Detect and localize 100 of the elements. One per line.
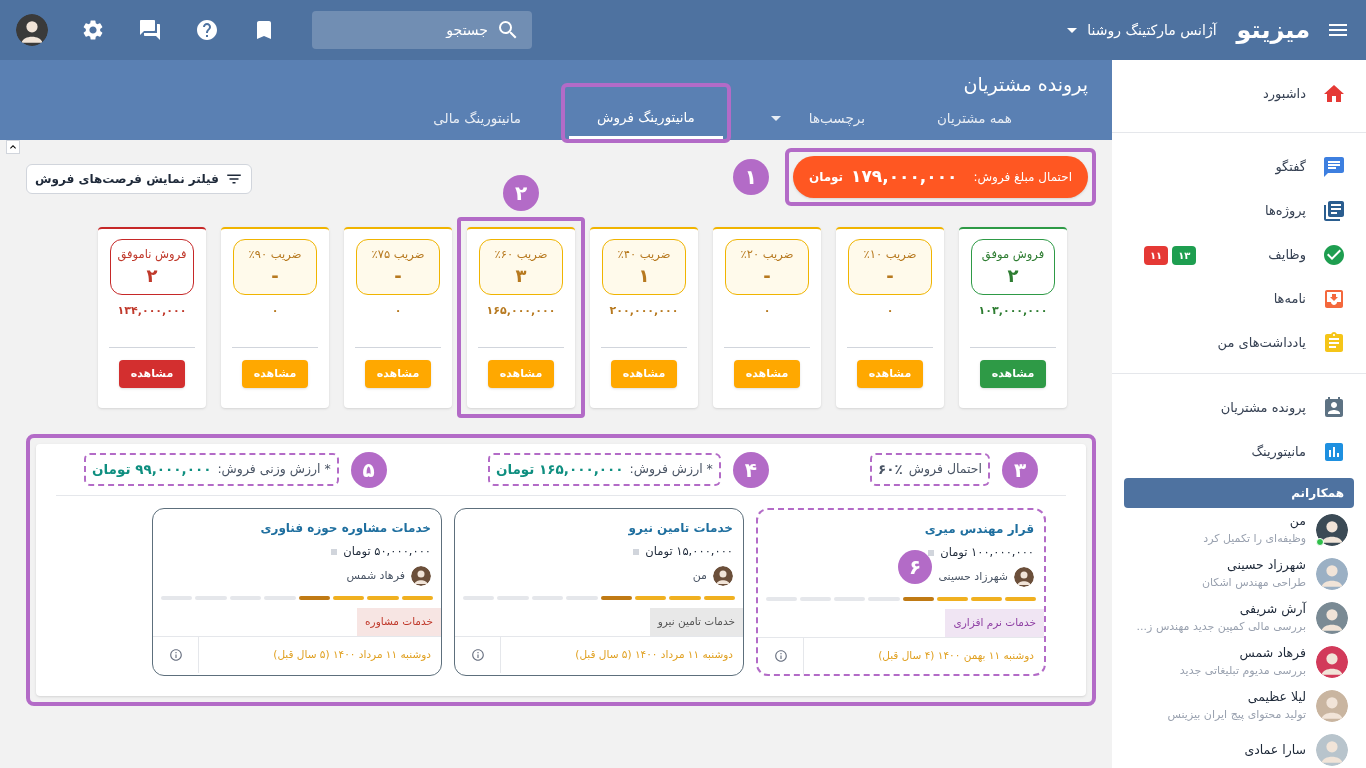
stage-label: ضریب ۹۰٪ <box>248 246 302 264</box>
tag: خدمات مشاوره <box>357 608 441 636</box>
view-button[interactable]: مشاهده <box>979 359 1047 388</box>
stage-label: ضریب ۷۵٪ <box>371 246 425 264</box>
colleague-item[interactable]: سارا عمادی <box>1124 728 1354 768</box>
tag: خدمات نرم افزاری <box>945 609 1044 637</box>
stage-count: - <box>271 263 279 288</box>
owner-name: من <box>692 568 707 584</box>
help-icon[interactable] <box>195 18 219 42</box>
settings-icon[interactable] <box>81 18 105 42</box>
tab[interactable]: مانیتورینگ مالی <box>405 98 549 139</box>
sidebar-label: مانیتورینگ <box>1251 443 1306 462</box>
deal-title[interactable]: قرار مهندس میری <box>768 520 1034 538</box>
stage-amount: ۱۰۳,۰۰۰,۰۰۰ <box>978 303 1048 319</box>
sidebar-item[interactable]: مانیتورینگ <box>1124 430 1354 474</box>
avatar <box>1014 567 1034 588</box>
sidebar-label: پروژه‌ها <box>1265 202 1306 221</box>
deal-amount: ۱۰۰,۰۰۰,۰۰۰ تومان <box>940 544 1034 561</box>
annotation-number: ۶ <box>898 550 932 584</box>
stage-amount: ۰ <box>886 303 894 319</box>
stage-label: ضریب ۶۰٪ <box>494 246 548 264</box>
tag: خدمات تامین نیرو <box>649 608 743 636</box>
avatar <box>1316 602 1348 634</box>
colleague-item[interactable]: فرهاد شمس بررسی مدیوم تبلیغاتی جدید <box>1124 640 1354 684</box>
sidebar-label: یادداشت‌های من <box>1217 334 1306 353</box>
avatar <box>1316 558 1348 590</box>
count-badge: ۱۱ <box>1144 245 1169 265</box>
sidebar-item[interactable]: گفتگو <box>1124 145 1354 189</box>
stat-value: ۶۰٪ <box>878 460 903 480</box>
tab[interactable]: مانیتورینگ فروش <box>569 98 723 139</box>
sales-total-amount: ۱۷۹,۰۰۰,۰۰۰ <box>851 165 958 189</box>
stat-label: احتمال فروش <box>908 460 982 479</box>
caret-icon <box>770 116 781 121</box>
sidebar-item[interactable]: پروژه‌ها <box>1124 189 1354 233</box>
sidebar-label: وظایف <box>1268 246 1306 265</box>
avatar <box>713 566 733 587</box>
avatar <box>411 566 431 587</box>
sidebar-item[interactable]: وظایف ۱۳ ۱۱ <box>1124 233 1354 277</box>
currency: تومان <box>808 169 844 186</box>
chat-icon[interactable] <box>138 18 162 42</box>
colleague-name: سارا عمادی <box>1244 740 1306 760</box>
stat-label: * ارزش وزنی فروش: <box>217 460 331 479</box>
documents-icon <box>1322 199 1346 223</box>
info-icon[interactable] <box>773 649 788 663</box>
colleague-status: بررسی مالی کمپین جدید مهندس ز... <box>1136 619 1306 636</box>
sidebar-item[interactable]: یادداشت‌های من <box>1124 321 1354 365</box>
deal-title[interactable]: خدمات تامین نیرو <box>465 519 733 537</box>
avatar <box>1316 690 1348 722</box>
stage-amount: ۰ <box>394 303 402 319</box>
chat-icon <box>1322 155 1346 179</box>
stage-count: ۱ <box>638 263 650 288</box>
deal-title[interactable]: خدمات مشاوره حوزه فناوری <box>163 519 431 537</box>
info-icon[interactable] <box>470 648 485 662</box>
colleague-item[interactable]: آرش شریفی بررسی مالی کمپین جدید مهندس ز... <box>1124 596 1354 640</box>
info-icon[interactable] <box>168 648 183 662</box>
clipboard-icon <box>1322 331 1346 355</box>
colleague-item[interactable]: لیلا عظیمی تولید محتوای پیج ایران بیزینس <box>1124 684 1354 728</box>
tab[interactable]: همه مشتریان <box>908 98 1040 139</box>
inbox-icon <box>1322 287 1346 311</box>
page-title: پرونده مشتریان <box>962 72 1088 98</box>
stage-amount: ۰ <box>763 303 771 319</box>
organization-dropdown[interactable]: آژانس مارکتینگ روشنا <box>1067 19 1217 41</box>
annotation-number: ۲ <box>503 175 539 211</box>
count-badge: ۱۳ <box>1172 245 1197 265</box>
sidebar-item[interactable]: پرونده مشتریان <box>1124 386 1354 430</box>
avatar <box>1316 646 1348 678</box>
deal-date: دوشنبه ۱۱ مرداد ۱۴۰۰ (۵ سال قبل) <box>272 647 432 663</box>
colleague-status: طراحی مهندس اشکان <box>1201 575 1306 592</box>
stage-amount: ۱۶۵,۰۰۰,۰۰۰ <box>486 303 556 319</box>
avatar <box>16 14 48 46</box>
deal-date: دوشنبه ۱۱ مرداد ۱۴۰۰ (۵ سال قبل) <box>574 647 734 663</box>
bar-chart-icon <box>1322 440 1346 464</box>
deal-date: دوشنبه ۱۱ بهمن ۱۴۰۰ (۴ سال قبل) <box>877 648 1035 664</box>
owner-name: فرهاد شمس <box>346 568 405 584</box>
stage-amount: ۱۳۴,۰۰۰,۰۰۰ <box>117 303 187 319</box>
filter-button[interactable]: فیلتر نمایش فرصت‌های فروش <box>26 164 252 194</box>
sidebar-item[interactable]: داشبورد <box>1124 72 1354 116</box>
collapse-button[interactable] <box>6 140 20 154</box>
view-button[interactable]: مشاهده <box>118 359 186 388</box>
colleague-name: من <box>1288 512 1306 531</box>
colleague-name: آرش شریفی <box>1238 600 1306 619</box>
tab[interactable]: برچسب‌ها <box>742 98 893 139</box>
stage-count: ۲ <box>146 263 158 288</box>
annotation-number: ۳ <box>1002 451 1038 488</box>
sidebar-label: نامه‌ها <box>1273 290 1306 309</box>
sidebar-item[interactable]: نامه‌ها <box>1124 277 1354 321</box>
stage-count: ۲ <box>1007 263 1019 288</box>
colleague-name: لیلا عظیمی <box>1246 688 1306 707</box>
avatar <box>1316 734 1348 766</box>
colleague-status: تولید محتوای پیج ایران بیزینس <box>1167 707 1306 724</box>
stage-amount: ۲۰۰,۰۰۰,۰۰۰ <box>609 303 679 319</box>
colleague-item[interactable]: من وظیفه‌ای را تکمیل کرد <box>1124 508 1354 552</box>
avatar <box>1316 514 1348 546</box>
colleague-item[interactable]: شهرزاد حسینی طراحی مهندس اشکان <box>1124 552 1354 596</box>
stage-label: ضریب ۴۰٪ <box>617 246 671 264</box>
logo[interactable]: میزیتو <box>1236 14 1310 46</box>
check-icon <box>1322 243 1346 267</box>
colleague-status: وظیفه‌ای را تکمیل کرد <box>1203 531 1306 548</box>
stage-label: ضریب ۱۰٪ <box>863 246 917 264</box>
contact-card-icon <box>1322 396 1346 420</box>
